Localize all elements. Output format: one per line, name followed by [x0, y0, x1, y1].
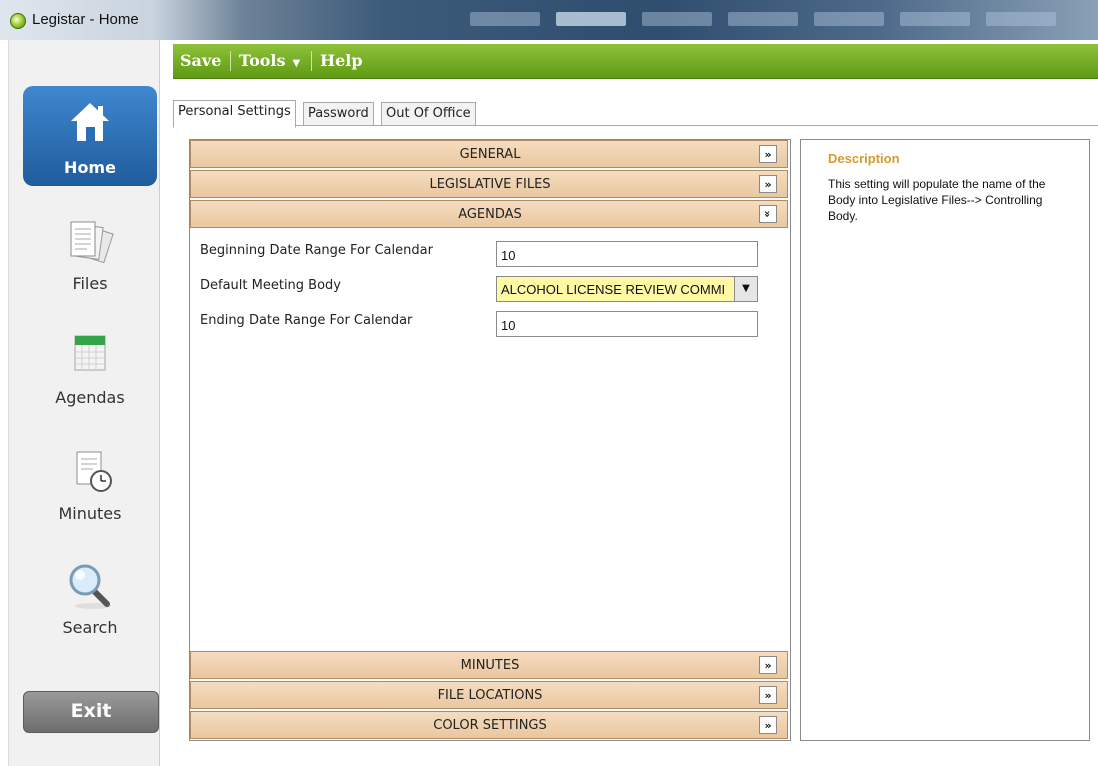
app-logo-icon — [10, 13, 26, 29]
sidebar-item-label: Search — [62, 618, 118, 637]
section-title: AGENDAS — [458, 207, 522, 222]
calendar-icon — [73, 332, 107, 372]
sidebar-item-label: Agendas — [55, 388, 125, 407]
section-general-header[interactable]: GENERAL » — [190, 140, 788, 168]
magnifier-icon — [67, 562, 115, 612]
description-text: This setting will populate the name of t… — [828, 177, 1046, 223]
window-title: Legistar - Home — [32, 11, 139, 28]
description-title: Description — [828, 151, 900, 166]
sidebar-item-label: Home — [64, 158, 116, 177]
tab-out-of-office[interactable]: Out Of Office — [381, 102, 476, 126]
expand-chevron-icon[interactable]: » — [759, 716, 777, 734]
ending-date-range-input[interactable]: 10 — [496, 311, 758, 337]
expand-chevron-icon[interactable]: » — [759, 145, 777, 163]
chevron-down-icon: ▼ — [292, 58, 301, 69]
sidebar-item-minutes[interactable]: Minutes — [23, 440, 157, 540]
sidebar-item-label: Files — [72, 274, 108, 293]
sidebar-item-files[interactable]: Files — [23, 208, 157, 308]
default-meeting-body-label: Default Meeting Body — [200, 278, 341, 293]
tab-personal-settings[interactable]: Personal Settings — [173, 100, 296, 128]
window-title-bar: Legistar - Home — [0, 0, 1098, 40]
section-title: FILE LOCATIONS — [437, 688, 543, 703]
home-icon — [68, 100, 112, 144]
default-meeting-body-select[interactable]: ALCOHOL LICENSE REVIEW COMMI ▼ — [496, 276, 758, 302]
beginning-date-range-label: Beginning Date Range For Calendar — [200, 243, 433, 258]
expand-chevron-icon[interactable]: » — [759, 175, 777, 193]
default-meeting-body-value: ALCOHOL LICENSE REVIEW COMMI — [501, 282, 726, 297]
section-title: MINUTES — [460, 658, 520, 673]
ribbon-tabs-blurred — [470, 12, 1056, 26]
sidebar-item-label: Minutes — [58, 504, 122, 523]
expand-chevron-icon[interactable]: » — [759, 686, 777, 704]
section-color-settings-header[interactable]: COLOR SETTINGS » — [190, 711, 788, 739]
sidebar-item-agendas[interactable]: Agendas — [23, 324, 157, 424]
beginning-date-range-input[interactable]: 10 — [496, 241, 758, 267]
settings-panel: GENERAL » LEGISLATIVE FILES » AGENDAS » … — [189, 139, 791, 741]
collapse-chevron-icon[interactable]: » — [759, 205, 777, 223]
exit-button[interactable]: Exit — [23, 691, 159, 733]
section-title: GENERAL — [459, 147, 521, 162]
sidebar-item-search[interactable]: Search — [23, 554, 157, 654]
section-title: LEGISLATIVE FILES — [429, 177, 551, 192]
description-panel: Description This setting will populate t… — [800, 139, 1090, 741]
menu-separator — [311, 51, 312, 71]
tab-password[interactable]: Password — [303, 102, 374, 126]
section-legislative-files-header[interactable]: LEGISLATIVE FILES » — [190, 170, 788, 198]
sidebar-item-home[interactable]: Home — [23, 86, 157, 186]
files-icon — [67, 218, 117, 270]
tools-menu-button[interactable]: Tools ▼ — [239, 44, 300, 78]
chevron-down-icon[interactable]: ▼ — [734, 277, 757, 301]
section-file-locations-header[interactable]: FILE LOCATIONS » — [190, 681, 788, 709]
section-title: COLOR SETTINGS — [433, 718, 547, 733]
menu-separator — [230, 51, 231, 71]
section-agendas-header[interactable]: AGENDAS » — [190, 200, 788, 228]
tools-menu-label: Tools — [239, 51, 286, 70]
clock-document-icon — [71, 450, 115, 494]
sidebar: Home Files Agendas Minutes Search Exit — [8, 40, 160, 766]
help-menu-button[interactable]: Help — [320, 44, 363, 78]
menu-bar: Save Tools ▼ Help — [173, 44, 1098, 79]
section-minutes-header[interactable]: MINUTES » — [190, 651, 788, 679]
expand-chevron-icon[interactable]: » — [759, 656, 777, 674]
ending-date-range-label: Ending Date Range For Calendar — [200, 313, 413, 328]
save-menu-button[interactable]: Save — [180, 44, 221, 78]
